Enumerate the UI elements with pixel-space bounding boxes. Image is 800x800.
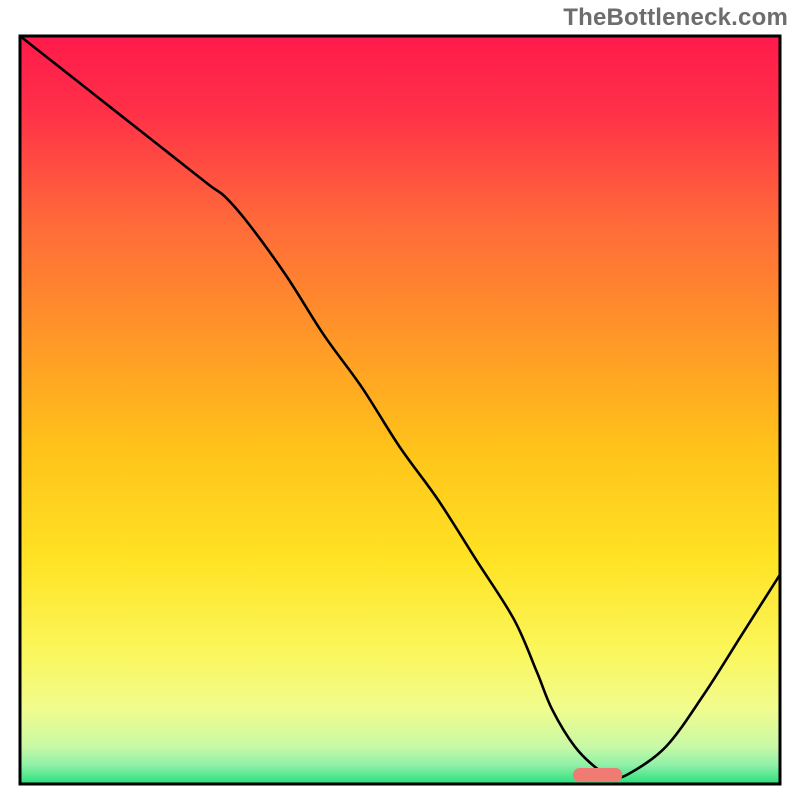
bottleneck-chart xyxy=(0,0,800,800)
plot-area xyxy=(20,36,780,784)
chart-stage: TheBottleneck.com xyxy=(0,0,800,800)
optimal-range-marker xyxy=(573,768,622,782)
